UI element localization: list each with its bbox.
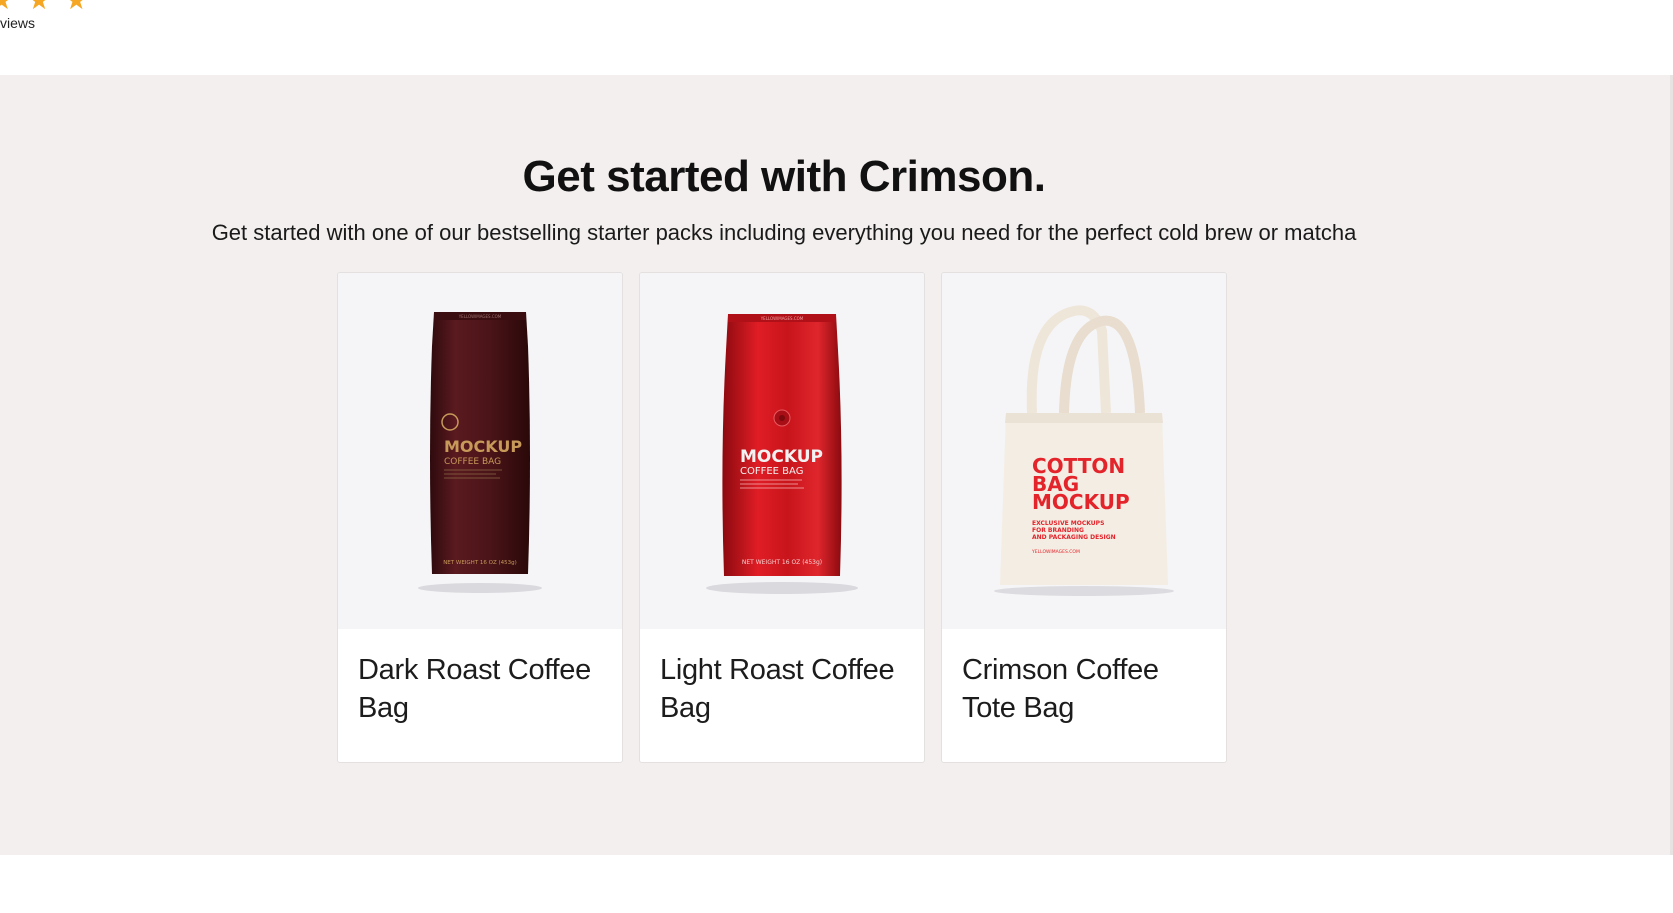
bag-label-sub: COFFEE BAG	[444, 457, 501, 467]
rating-stars: ★ ★ ★	[0, 0, 88, 14]
product-image-dark-roast[interactable]: YELLOWIMAGES.COM MOCKUP COFFEE BAG NET W…	[338, 273, 622, 629]
product-title[interactable]: Light Roast Coffee Bag	[640, 629, 924, 727]
star-icon: ★	[0, 0, 14, 16]
tote-small-1: EXCLUSIVE MOCKUPS	[1032, 520, 1104, 527]
bag-weight: NET WEIGHT 16 OZ (453g)	[742, 559, 822, 566]
bag-label-main: MOCKUP	[740, 447, 823, 467]
section-subheadline: Get started with one of our bestselling …	[211, 220, 1357, 245]
product-image-light-roast[interactable]: YELLOWIMAGES.COM MOCKUP COFFEE BAG NET W…	[640, 273, 924, 629]
product-image-tote-bag[interactable]: COTTON BAG MOCKUP EXCLUSIVE MOCKUPS FOR …	[942, 273, 1226, 629]
bag-weight: NET WEIGHT 16 OZ (453g)	[443, 560, 517, 566]
product-title[interactable]: Dark Roast Coffee Bag	[338, 629, 622, 727]
tote-label-3: MOCKUP	[1032, 490, 1130, 514]
product-card-tote-bag[interactable]: COTTON BAG MOCKUP EXCLUSIVE MOCKUPS FOR …	[941, 272, 1227, 763]
product-card-light-roast[interactable]: YELLOWIMAGES.COM MOCKUP COFFEE BAG NET W…	[639, 272, 925, 763]
reviews-strip: ★ ★ ★ views	[0, 0, 1673, 75]
coffee-bag-image: YELLOWIMAGES.COM MOCKUP COFFEE BAG NET W…	[418, 312, 542, 593]
bag-brand-top: YELLOWIMAGES.COM	[458, 314, 502, 319]
reviews-count-link[interactable]: views	[0, 15, 35, 31]
product-cards: YELLOWIMAGES.COM MOCKUP COFFEE BAG NET W…	[337, 272, 1227, 763]
product-title[interactable]: Crimson Coffee Tote Bag	[942, 629, 1226, 727]
star-icon: ★	[27, 0, 51, 16]
star-icon: ★	[64, 0, 88, 16]
page: ★ ★ ★ views Get started with Crimson. Ge…	[0, 0, 1673, 913]
tote-brand: YELLOWIMAGES.COM	[1031, 549, 1080, 555]
bag-label-main: MOCKUP	[444, 437, 522, 456]
section-headline: Get started with Crimson.	[522, 152, 1046, 201]
bag-brand-top: YELLOWIMAGES.COM	[760, 316, 804, 321]
product-card-dark-roast[interactable]: YELLOWIMAGES.COM MOCKUP COFFEE BAG NET W…	[337, 272, 623, 763]
tote-small-3: AND PACKAGING DESIGN	[1032, 534, 1116, 541]
tote-small-2: FOR BRANDING	[1032, 527, 1084, 534]
bag-label-sub: COFFEE BAG	[740, 466, 803, 477]
coffee-bag-image: YELLOWIMAGES.COM MOCKUP COFFEE BAG NET W…	[706, 314, 858, 594]
tote-bag-image: COTTON BAG MOCKUP EXCLUSIVE MOCKUPS FOR …	[994, 305, 1174, 596]
